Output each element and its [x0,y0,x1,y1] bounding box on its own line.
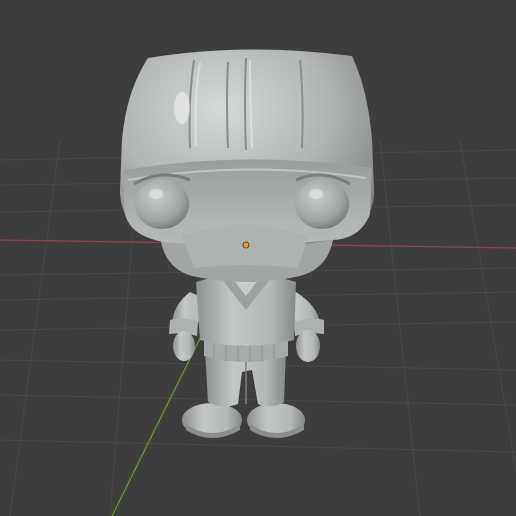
left-shoe [182,403,242,438]
head-highlight [174,92,190,124]
3d-viewport[interactable] [0,0,516,516]
object-origin-point[interactable] [242,241,250,249]
right-shoe [247,403,305,438]
viewport-canvas[interactable] [0,0,516,516]
